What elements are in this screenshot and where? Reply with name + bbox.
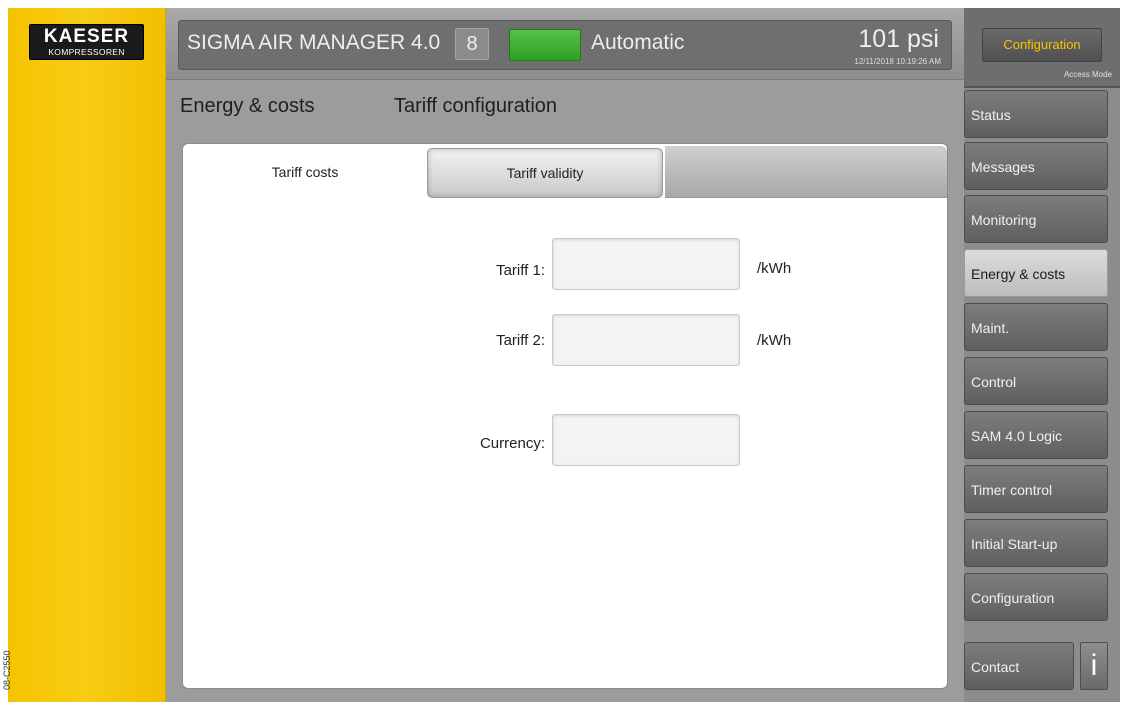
nav-item-initial-startup[interactable]: Initial Start-up <box>964 519 1108 567</box>
tariff-panel: Tariff costs Tariff validity Tariff 1: /… <box>182 143 948 689</box>
info-icon[interactable]: i <box>1080 642 1108 690</box>
tab-bar: Tariff costs Tariff validity <box>183 144 947 200</box>
operating-mode: Automatic <box>591 31 685 54</box>
access-panel: Configuration Access Mode <box>964 8 1120 88</box>
tariff1-label: Tariff 1: <box>496 262 545 279</box>
header-bar: SIGMA AIR MANAGER 4.0 8 Automatic 101 ps… <box>166 8 964 80</box>
logo-line2: KOMPRESSOREN <box>48 47 125 57</box>
tariff1-input[interactable] <box>552 238 740 290</box>
nav-item-maint[interactable]: Maint. <box>964 303 1108 351</box>
system-status-panel: SIGMA AIR MANAGER 4.0 8 Automatic 101 ps… <box>178 20 952 70</box>
system-number: 8 <box>455 28 489 60</box>
document-code: 08-C2550 <box>2 650 12 690</box>
nav-item-messages[interactable]: Messages <box>964 142 1108 190</box>
system-pressure: 101 psi <box>858 25 939 53</box>
currency-input[interactable] <box>552 414 740 466</box>
configuration-access-button[interactable]: Configuration <box>982 28 1102 62</box>
breadcrumb-section: Energy & costs <box>180 95 315 117</box>
tariff2-input[interactable] <box>552 314 740 366</box>
system-title: SIGMA AIR MANAGER 4.0 <box>187 31 441 54</box>
logo-line1: KAESER <box>43 26 130 47</box>
nav-item-sam-logic[interactable]: SAM 4.0 Logic <box>964 411 1108 459</box>
nav-item-energy-costs[interactable]: Energy & costs <box>964 249 1108 297</box>
status-indicator <box>509 29 581 61</box>
kaeser-logo: KAESER KOMPRESSOREN <box>29 24 144 60</box>
nav-item-status[interactable]: Status <box>964 90 1108 138</box>
tab-tariff-costs[interactable]: Tariff costs <box>183 144 427 200</box>
tariff1-unit: /kWh <box>757 260 792 277</box>
currency-label: Currency: <box>479 435 545 452</box>
tab-bar-filler <box>665 146 947 198</box>
app-window: KAESER KOMPRESSOREN 08-C2550 SIGMA AIR M… <box>0 0 1125 704</box>
tariff2-unit: /kWh <box>757 332 792 349</box>
nav-item-timer-control[interactable]: Timer control <box>964 465 1108 513</box>
tab-tariff-validity[interactable]: Tariff validity <box>427 148 663 198</box>
nav-item-configuration[interactable]: Configuration <box>964 573 1108 621</box>
nav-item-contact[interactable]: Contact <box>964 642 1074 690</box>
timestamp: 12/11/2018 10:19:26 AM <box>854 57 941 66</box>
page-title: Tariff configuration <box>394 95 558 117</box>
brand-strip <box>8 8 166 702</box>
tariff2-label: Tariff 2: <box>496 332 545 349</box>
access-mode-label: Access Mode <box>1063 70 1112 79</box>
nav-item-monitoring[interactable]: Monitoring <box>964 195 1108 243</box>
nav-item-control[interactable]: Control <box>964 357 1108 405</box>
